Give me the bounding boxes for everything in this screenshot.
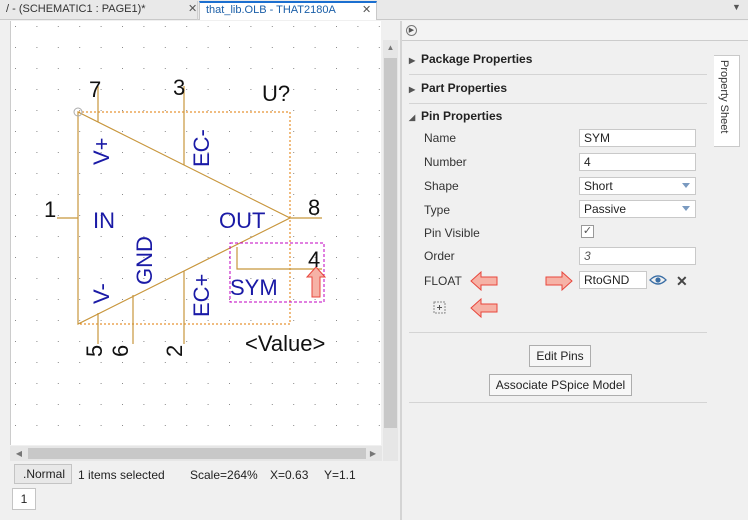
pin-number-1: 1 bbox=[44, 197, 56, 222]
float-label: FLOAT bbox=[424, 274, 462, 288]
status-bar: .Normal 1 items selected Scale=264% X=0.… bbox=[10, 462, 400, 486]
vertical-scroll-thumb[interactable] bbox=[384, 58, 397, 428]
type-select[interactable]: Passive bbox=[579, 200, 696, 218]
x-icon[interactable]: ✕ bbox=[676, 273, 688, 290]
type-label: Type bbox=[424, 203, 451, 217]
document-tab-bar: / - (SCHEMATIC1 : PAGE1)* ✕ that_lib.OLB… bbox=[0, 0, 748, 20]
callout-arrow-right bbox=[545, 271, 573, 291]
part-symbol[interactable]: 7 3 1 8 4 U? <Value> IN OUT SYM V+ EC- V… bbox=[11, 21, 382, 445]
scale-status: Scale=264% bbox=[190, 468, 258, 482]
tab-property-sheet-label: Property Sheet bbox=[718, 60, 730, 134]
pin-name-vplus: V+ bbox=[89, 137, 114, 165]
selection-status: 1 items selected bbox=[78, 468, 165, 482]
pin-name-sym: SYM bbox=[230, 275, 278, 300]
tab-schematic-label: / - (SCHEMATIC1 : PAGE1)* bbox=[6, 3, 146, 15]
number-field[interactable]: 4 bbox=[579, 153, 696, 171]
collapse-icon[interactable]: ▶ bbox=[406, 25, 417, 36]
chevron-down-icon[interactable]: ▼ bbox=[732, 2, 741, 12]
pin-number-5: 5 bbox=[82, 345, 107, 357]
section-part-properties[interactable]: ▶ Part Properties bbox=[409, 81, 507, 95]
pin-number-8: 8 bbox=[308, 195, 320, 220]
type-value: Passive bbox=[584, 202, 627, 216]
x-coordinate: X=0.63 bbox=[270, 468, 309, 482]
expand-triangle-icon[interactable]: ▶ bbox=[409, 56, 421, 65]
scroll-corner bbox=[383, 446, 398, 461]
divider bbox=[409, 74, 707, 75]
associate-pspice-model-button[interactable]: Associate PSpice Model bbox=[489, 374, 632, 396]
scroll-up-icon[interactable]: ▲ bbox=[383, 40, 398, 55]
scroll-right-icon[interactable]: ▶ bbox=[366, 446, 380, 461]
chevron-down-icon[interactable] bbox=[682, 206, 690, 211]
section-label: Pin Properties bbox=[421, 109, 503, 123]
pin-visible-label: Pin Visible bbox=[424, 226, 480, 240]
pin-name-gnd: GND bbox=[132, 236, 157, 285]
close-icon[interactable]: ✕ bbox=[188, 1, 197, 18]
section-package-properties[interactable]: ▶ Package Properties bbox=[409, 52, 532, 66]
order-label: Order bbox=[424, 249, 455, 263]
pin-number-7: 7 bbox=[89, 77, 101, 102]
name-label: Name bbox=[424, 131, 457, 145]
order-field[interactable]: 3 bbox=[579, 247, 696, 265]
pin-name-ecplus: EC+ bbox=[189, 274, 214, 317]
pin-visible-checkbox[interactable]: ✓ bbox=[581, 225, 594, 238]
shape-select[interactable]: Short bbox=[579, 177, 696, 195]
schematic-canvas[interactable]: 7 3 1 8 4 U? <Value> IN OUT SYM V+ EC- V… bbox=[10, 21, 381, 445]
shape-label: Shape bbox=[424, 179, 459, 193]
scroll-left-icon[interactable]: ◀ bbox=[12, 446, 26, 461]
pin-number-2: 2 bbox=[162, 345, 187, 357]
tab-library[interactable]: that_lib.OLB - THAT2180A ✕ bbox=[199, 1, 377, 20]
name-field[interactable]: SYM bbox=[579, 129, 696, 147]
pin-number-6: 6 bbox=[108, 345, 133, 357]
pin-name-in: IN bbox=[93, 208, 115, 233]
pin-name-vminus: V- bbox=[89, 283, 114, 304]
horizontal-scroll-thumb[interactable] bbox=[28, 448, 366, 459]
callout-arrow-left bbox=[470, 271, 498, 291]
tab-schematic[interactable]: / - (SCHEMATIC1 : PAGE1)* ✕ bbox=[0, 1, 198, 20]
close-icon[interactable]: ✕ bbox=[362, 3, 371, 17]
add-property-icon[interactable] bbox=[433, 301, 447, 315]
expand-triangle-icon[interactable]: ▶ bbox=[409, 85, 421, 94]
collapse-triangle-icon[interactable]: ◢ bbox=[409, 113, 421, 122]
section-label: Part Properties bbox=[421, 81, 508, 95]
panel-toolbar bbox=[402, 21, 748, 41]
pin-name-ecminus: EC- bbox=[189, 129, 214, 167]
pin-name-out: OUT bbox=[219, 208, 265, 233]
eye-icon[interactable] bbox=[649, 273, 667, 287]
divider bbox=[409, 103, 707, 104]
pin-number-4: 4 bbox=[308, 247, 320, 272]
y-coordinate: Y=1.1 bbox=[324, 468, 356, 482]
part-value: <Value> bbox=[245, 331, 325, 356]
part-reference: U? bbox=[262, 81, 290, 106]
callout-arrow-left bbox=[470, 298, 498, 318]
pin-number-3: 3 bbox=[173, 75, 185, 100]
section-pin-properties[interactable]: ◢ Pin Properties bbox=[409, 109, 502, 123]
float-field[interactable]: RtoGND bbox=[579, 271, 647, 289]
mode-indicator: .Normal bbox=[14, 464, 72, 484]
divider bbox=[409, 332, 707, 333]
page-tab[interactable]: 1 bbox=[12, 488, 36, 510]
divider bbox=[409, 402, 707, 403]
section-label: Package Properties bbox=[421, 52, 533, 66]
chevron-down-icon[interactable] bbox=[682, 183, 690, 188]
tab-library-label: that_lib.OLB - THAT2180A bbox=[206, 4, 336, 16]
number-label: Number bbox=[424, 155, 467, 169]
edit-pins-button[interactable]: Edit Pins bbox=[529, 345, 591, 367]
shape-value: Short bbox=[584, 179, 613, 193]
tab-property-sheet[interactable]: Property Sheet bbox=[714, 55, 740, 147]
